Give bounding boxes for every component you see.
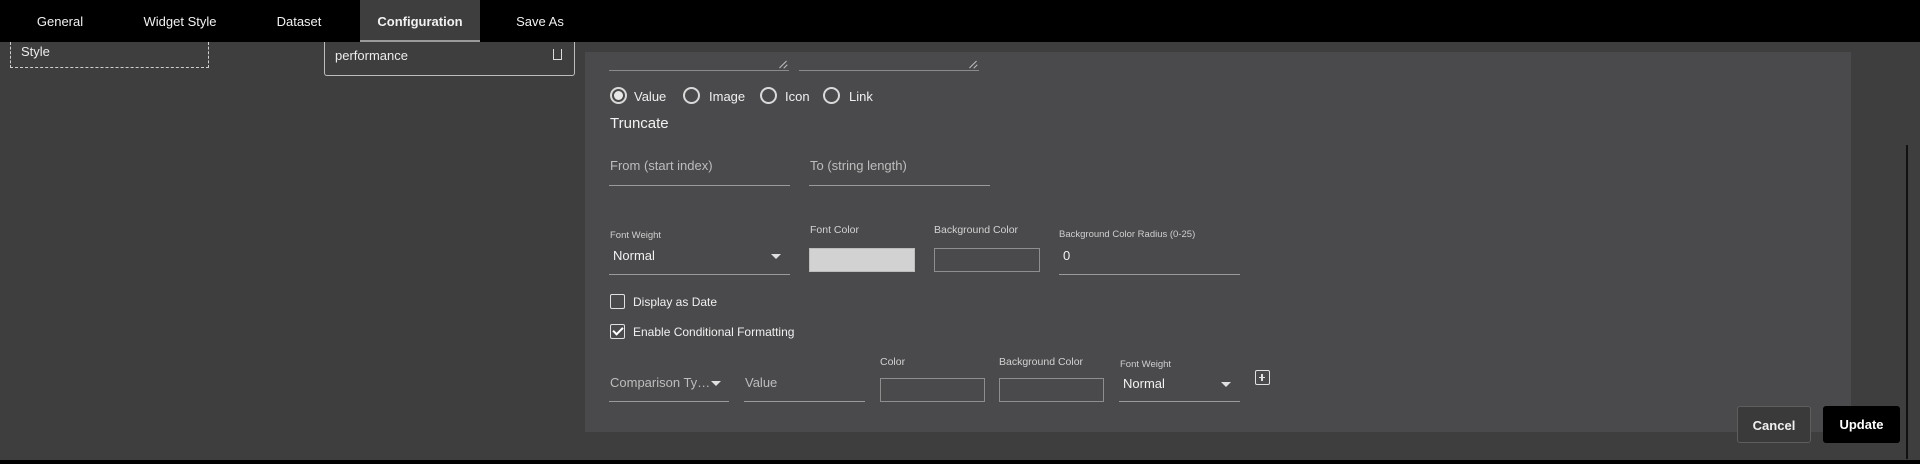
conditional-value-underline (744, 401, 865, 402)
conditional-font-weight-underline (1119, 401, 1240, 402)
radio-link[interactable] (823, 87, 840, 104)
truncate-to-underline (809, 185, 990, 186)
conditional-formatting-label: Enable Conditional Formatting (633, 325, 795, 339)
tab-general[interactable]: General (21, 0, 99, 42)
radio-link-label: Link (849, 89, 873, 104)
display-as-date-checkbox[interactable] (610, 294, 625, 309)
font-weight-select[interactable]: Normal (613, 248, 655, 263)
plus-square-icon[interactable] (1255, 370, 1270, 385)
background-color-label: Background Color (934, 224, 1019, 236)
conditional-font-weight-label: Font Weight (1120, 359, 1172, 370)
caret-down-icon[interactable] (711, 381, 721, 386)
resize-grip-icon[interactable] (969, 60, 977, 68)
radio-image[interactable] (683, 87, 700, 104)
radio-icon[interactable] (760, 87, 777, 104)
style-card-label: Style (21, 44, 50, 59)
performance-field-value: performance (335, 48, 408, 63)
vertical-scrollbar[interactable] (1906, 145, 1908, 459)
tab-save-as[interactable]: Save As (505, 0, 575, 42)
conditional-bg-color-label: Background Color (999, 356, 1084, 368)
radio-icon-label: Icon (785, 89, 810, 104)
conditional-color-swatch[interactable] (880, 378, 985, 402)
resize-grip-icon[interactable] (779, 60, 787, 68)
tab-dataset[interactable]: Dataset (263, 0, 335, 42)
comparison-type-underline (609, 401, 729, 402)
font-color-label: Font Color (810, 224, 860, 236)
caret-down-icon[interactable] (1221, 382, 1231, 387)
cancel-button[interactable]: Cancel (1737, 406, 1811, 443)
background-radius-underline (1059, 274, 1240, 275)
radio-value[interactable] (610, 87, 627, 104)
font-color-swatch[interactable] (809, 248, 915, 272)
font-weight-underline (609, 274, 790, 275)
tab-configuration[interactable]: Configuration (360, 0, 480, 42)
truncate-from-input[interactable]: From (start index) (610, 158, 713, 173)
textarea-right[interactable] (799, 42, 979, 71)
truncate-from-underline (609, 185, 790, 186)
textarea-left[interactable] (609, 42, 789, 71)
comparison-type-select[interactable]: Comparison Ty… (610, 375, 722, 390)
tab-widget-style[interactable]: Widget Style (133, 0, 227, 42)
radio-value-label: Value (634, 89, 667, 104)
conditional-color-label: Color (880, 356, 906, 368)
background-color-swatch[interactable] (934, 248, 1040, 272)
conditional-bg-color-swatch[interactable] (999, 378, 1104, 402)
radio-image-label: Image (709, 89, 746, 104)
display-as-date-label: Display as Date (633, 295, 718, 309)
truncate-heading: Truncate (610, 115, 669, 132)
conditional-value-input[interactable]: Value (745, 375, 777, 390)
truncate-to-input[interactable]: To (string length) (810, 158, 907, 173)
caret-down-icon[interactable] (771, 254, 781, 259)
trash-icon[interactable] (553, 49, 562, 60)
conditional-font-weight-select[interactable]: Normal (1123, 376, 1165, 391)
font-weight-label: Font Weight (610, 230, 662, 241)
background-radius-input[interactable]: 0 (1063, 248, 1070, 263)
bottom-border (0, 460, 1920, 464)
update-button[interactable]: Update (1823, 406, 1900, 443)
background-radius-label: Background Color Radius (0-25) (1059, 229, 1196, 240)
conditional-formatting-checkbox[interactable] (610, 324, 625, 339)
